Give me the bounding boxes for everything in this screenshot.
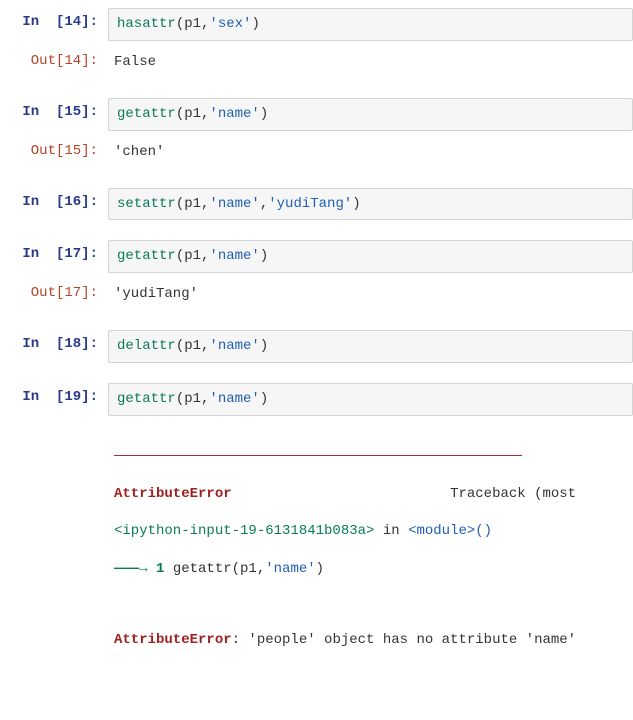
output-cell: Out[14]: False [0,47,633,78]
tb-right-text: Traceback (most [450,486,576,502]
in-prompt-15: In [15]: [0,98,108,120]
str-literal: 'name' [209,391,259,407]
input-cell: In [19]: getattr(p1,'name') [0,383,633,416]
tb-header-line: AttributeError Traceback (most [114,485,625,504]
out-prompt-17: Out[17]: [0,279,108,301]
code-text: ) [260,338,268,354]
line-post: ) [316,561,324,577]
code-text: (p1, [176,338,210,354]
input-cell: In [16]: setattr(p1,'name','yudiTang') [0,188,633,221]
code-text: ) [251,16,259,32]
str-literal: 'name' [209,248,259,264]
fn-name: delattr [117,338,176,354]
out-prompt-15: Out[15]: [0,137,108,159]
out-prompt-14: Out[14]: [0,47,108,69]
arrow-icon: ———→ 1 [114,561,173,577]
line-str: 'name' [265,561,315,577]
output-cell: Out[17]: 'yudiTang' [0,279,633,310]
fn-name: getattr [117,391,176,407]
ipython-ref: <ipython-input-19-6131841b083a> [114,523,374,539]
input-cell: In [15]: getattr(p1,'name') [0,98,633,131]
str-literal: 'yudiTang' [268,196,352,212]
code-area-14[interactable]: hasattr(p1,'sex') [108,8,633,41]
out-text-15: 'chen' [108,137,633,168]
input-cell: In [17]: getattr(p1,'name') [0,240,633,273]
line-pre: (p1, [232,561,266,577]
str-literal: 'name' [209,106,259,122]
code-text: ) [352,196,360,212]
code-area-18[interactable]: delattr(p1,'name') [108,330,633,363]
code-text: ) [260,391,268,407]
input-cell: In [18]: delattr(p1,'name') [0,330,633,363]
str-literal: 'sex' [209,16,251,32]
fn-name: hasattr [117,16,176,32]
tb-code-line: ———→ 1 getattr(p1,'name') [114,560,625,579]
code-text: ) [260,106,268,122]
tb-final-line: AttributeError: 'people' object has no a… [114,631,625,650]
empty-prompt [0,422,108,428]
in-prompt-14: In [14]: [0,8,108,30]
fn-name: getattr [117,248,176,264]
code-area-16[interactable]: setattr(p1,'name','yudiTang') [108,188,633,221]
code-text: (p1, [176,248,210,264]
output-cell: Out[15]: 'chen' [0,137,633,168]
code-text: (p1, [176,106,210,122]
traceback-body: ————————————————————————————————————————… [108,422,633,694]
fn-name: getattr [117,106,176,122]
error-name: AttributeError [114,486,232,502]
in-prompt-19: In [19]: [0,383,108,405]
error-message: : 'people' object has no attribute 'name… [232,632,576,648]
fn-name: setattr [117,196,176,212]
str-literal: 'name' [209,196,259,212]
traceback-cell: ————————————————————————————————————————… [0,422,633,694]
input-cell: In [14]: hasattr(p1,'sex') [0,8,633,41]
code-text: , [260,196,268,212]
code-area-17[interactable]: getattr(p1,'name') [108,240,633,273]
code-area-19[interactable]: getattr(p1,'name') [108,383,633,416]
in-prompt-17: In [17]: [0,240,108,262]
in-prompt-18: In [18]: [0,330,108,352]
out-text-17: 'yudiTang' [108,279,633,310]
code-area-15[interactable]: getattr(p1,'name') [108,98,633,131]
module-ref: <module> [408,523,475,539]
tb-divider: ————————————————————————————————————————… [114,447,625,466]
code-text: ) [260,248,268,264]
line-fn: getattr [173,561,232,577]
out-text-14: False [108,47,633,78]
str-literal: 'name' [209,338,259,354]
error-name-final: AttributeError [114,632,232,648]
in-prompt-16: In [16]: [0,188,108,210]
code-text: (p1, [176,196,210,212]
in-word: in [374,523,408,539]
tb-source-line: <ipython-input-19-6131841b083a> in <modu… [114,522,625,541]
parens: () [475,523,492,539]
code-text: (p1, [176,16,210,32]
code-text: (p1, [176,391,210,407]
